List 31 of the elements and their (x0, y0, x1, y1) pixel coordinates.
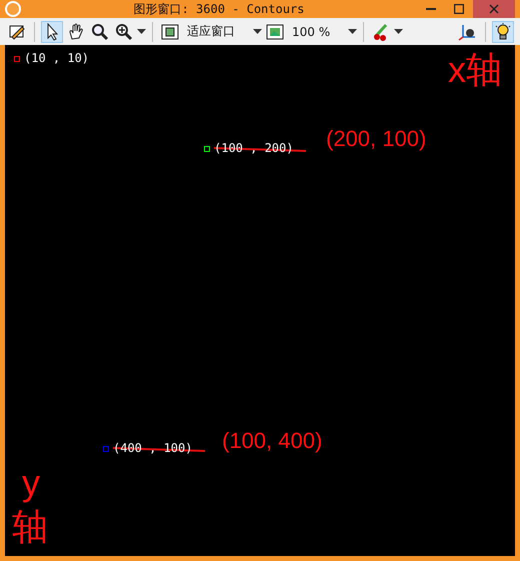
caret-icon[interactable] (394, 29, 404, 34)
tool-button[interactable] (492, 20, 514, 42)
close-icon (489, 4, 499, 14)
caret-icon[interactable] (137, 29, 146, 34)
caret-icon[interactable] (253, 29, 262, 34)
maximize-icon (454, 4, 464, 14)
window-title: 图形窗口: 3600 - Contours (132, 0, 306, 18)
point-marker-icon (103, 446, 109, 452)
point-marker-icon (204, 146, 210, 152)
hand-icon (67, 22, 85, 40)
search-icon (91, 22, 109, 40)
app-logo-icon (5, 1, 21, 17)
point-marker-icon (14, 56, 20, 62)
annotation-text: x轴 (448, 50, 502, 90)
annotation-text: y (22, 463, 40, 503)
tool-button[interactable] (41, 20, 63, 42)
zoom-combo-value[interactable]: 适应窗口 (187, 23, 235, 40)
pencil-icon (8, 22, 26, 40)
point-label: (10 , 10) (24, 50, 90, 66)
image-icon (266, 22, 284, 40)
zoom-combo-value[interactable]: 100 % (292, 24, 330, 38)
fit-window-icon (161, 22, 179, 40)
caret-icon[interactable] (348, 29, 358, 34)
annotation-text: (100, 400) (222, 429, 322, 454)
zoom-in-icon (115, 22, 133, 40)
annotation-text: (200, 100) (326, 127, 426, 152)
close-button[interactable] (473, 0, 515, 18)
axes-icon (458, 22, 478, 40)
light-bulb-icon (494, 22, 512, 40)
minimize-icon (426, 8, 436, 10)
annotation-text: 轴 (12, 507, 48, 547)
